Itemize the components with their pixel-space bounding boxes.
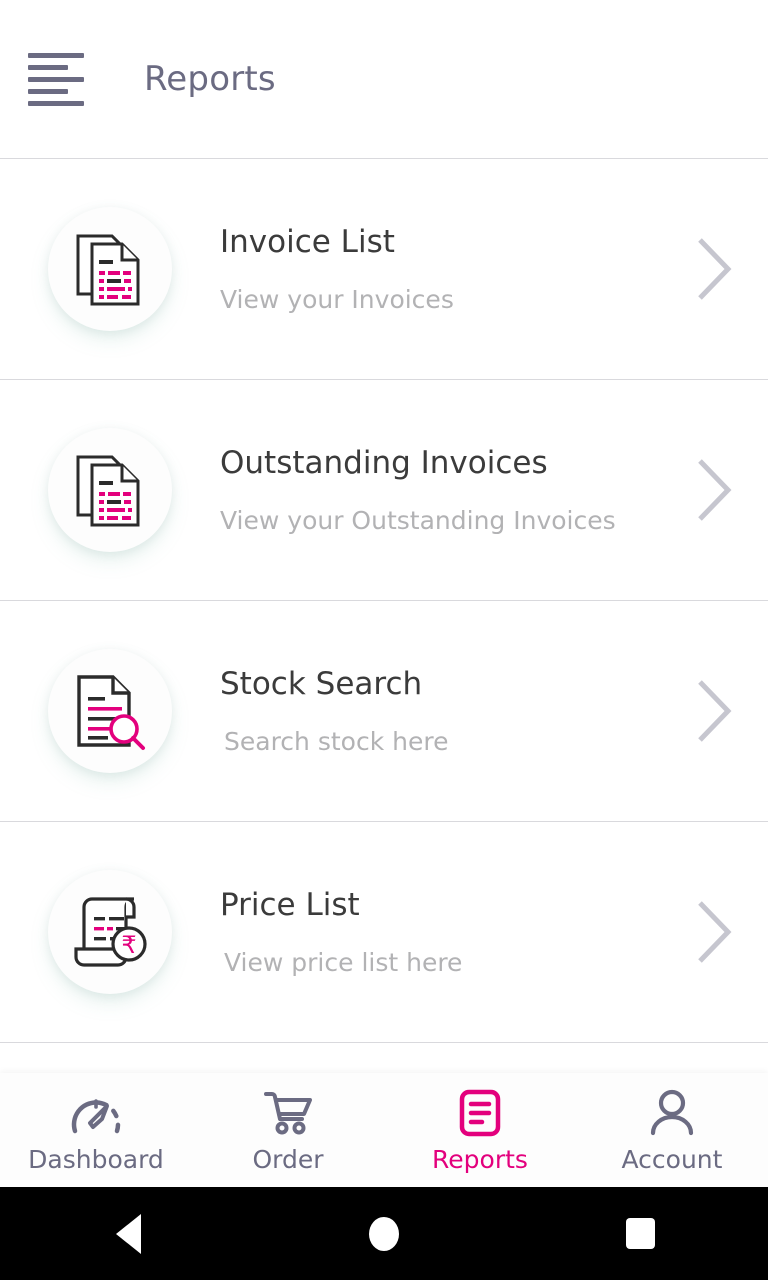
list-item-subtitle: View your Outstanding Invoices — [220, 505, 616, 535]
hamburger-line — [28, 64, 68, 70]
hamburger-line — [28, 88, 68, 94]
person-icon — [645, 1088, 699, 1138]
list-item[interactable]: Outstanding Invoices View your Outstandi… — [0, 380, 768, 601]
tab-reports[interactable]: Reports — [384, 1073, 576, 1187]
shopping-cart-icon — [261, 1088, 315, 1138]
icon-container — [48, 207, 172, 331]
list-item[interactable]: ₹ Price List View price list here — [0, 822, 768, 1043]
chevron-right-icon[interactable] — [686, 674, 742, 748]
list-item-text: Price List View price list here — [220, 888, 686, 977]
stacked-documents-icon — [76, 234, 140, 306]
recents-button[interactable] — [512, 1218, 768, 1249]
tab-label: Account — [621, 1145, 723, 1174]
back-button[interactable] — [0, 1213, 256, 1254]
tab-label: Dashboard — [28, 1145, 164, 1174]
back-triangle-icon — [115, 1213, 141, 1254]
list-item[interactable]: Invoice List View your Invoices — [0, 159, 768, 380]
price-scroll-rupee-icon: ₹ — [74, 897, 147, 967]
list-item-title: Outstanding Invoices — [220, 444, 548, 481]
list-item-subtitle: View your Invoices — [220, 284, 454, 314]
tab-dashboard[interactable]: Dashboard — [0, 1073, 192, 1187]
chevron-right-icon[interactable] — [686, 232, 742, 306]
list-item-subtitle: Search stock here — [224, 726, 449, 756]
list-item-text: Stock Search Search stock here — [220, 667, 686, 756]
hamburger-line — [28, 100, 84, 106]
chevron-right-icon[interactable] — [686, 895, 742, 969]
app-header: Reports — [0, 0, 768, 159]
hamburger-menu-icon[interactable] — [28, 51, 84, 107]
icon-container — [48, 649, 172, 773]
tab-label: Reports — [432, 1145, 528, 1174]
tab-account[interactable]: Account — [576, 1073, 768, 1187]
chevron-right-icon[interactable] — [686, 453, 742, 527]
hamburger-line — [28, 52, 84, 58]
list-item-title: Invoice List — [220, 223, 395, 260]
speedometer-icon — [69, 1088, 123, 1138]
recents-square-icon — [625, 1218, 655, 1249]
report-list: Invoice List View your Invoices Outstand… — [0, 159, 768, 1043]
android-system-nav — [0, 1187, 768, 1280]
list-item[interactable]: Stock Search Search stock here — [0, 601, 768, 822]
page-title: Reports — [144, 59, 276, 99]
home-button[interactable] — [256, 1216, 512, 1251]
list-item-text: Invoice List View your Invoices — [220, 225, 686, 314]
list-item-title: Price List — [220, 886, 360, 923]
document-lines-icon — [453, 1088, 507, 1138]
hamburger-line — [28, 76, 84, 82]
list-item-subtitle: View price list here — [224, 947, 463, 977]
icon-container — [48, 428, 172, 552]
list-item-text: Outstanding Invoices View your Outstandi… — [220, 446, 686, 535]
document-search-icon — [77, 675, 145, 750]
tab-order[interactable]: Order — [192, 1073, 384, 1187]
tab-label: Order — [252, 1145, 324, 1174]
list-item-title: Stock Search — [220, 665, 423, 702]
bottom-tab-bar: Dashboard Order Reports Account — [0, 1073, 768, 1187]
icon-container: ₹ — [48, 870, 172, 994]
stacked-documents-icon — [76, 455, 140, 527]
svg-text:₹: ₹ — [121, 931, 136, 959]
home-circle-icon — [369, 1216, 399, 1251]
